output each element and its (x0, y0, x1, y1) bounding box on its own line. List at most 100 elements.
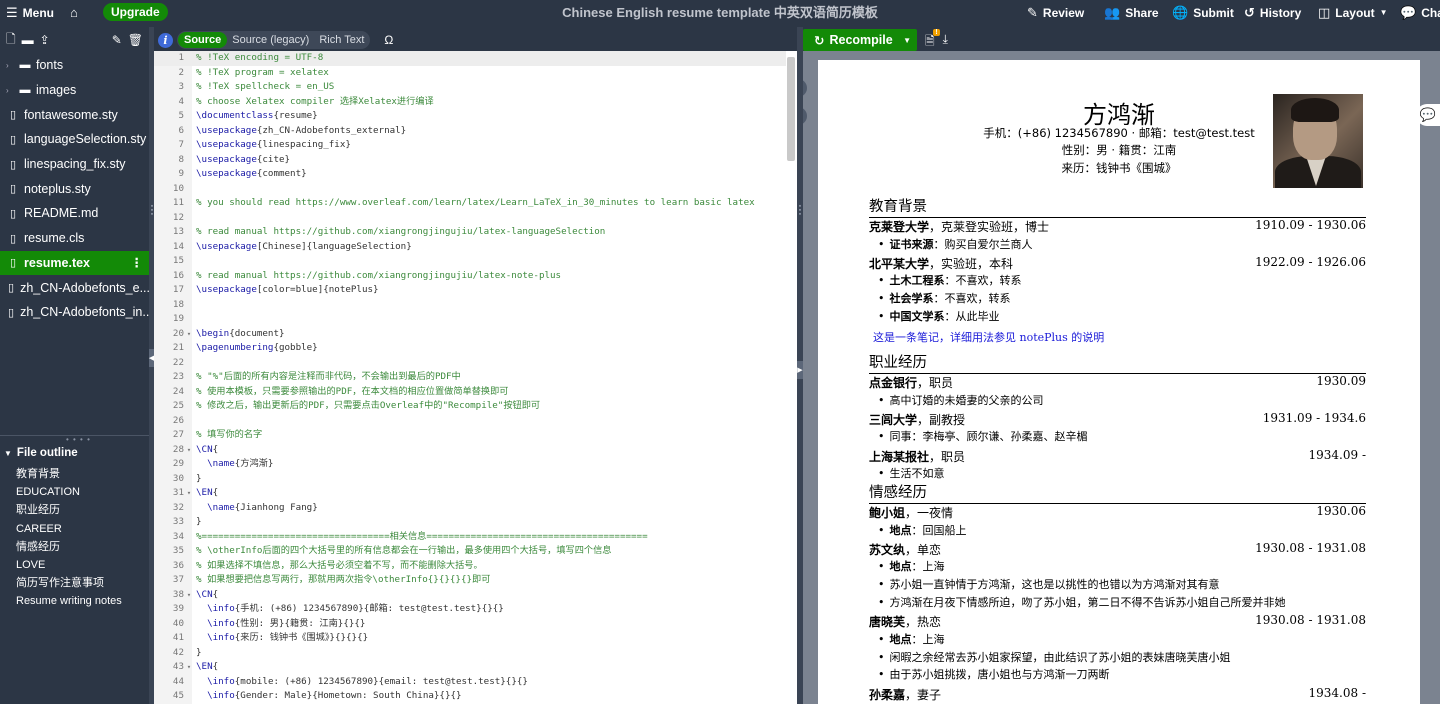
code-line[interactable]: 15 (154, 254, 786, 269)
code-line[interactable]: 35 % \otherInfo后面的四个大括号里的所有信息都会在一行输出，最多使用… (154, 544, 786, 559)
folder-item[interactable]: › ▬ images (0, 78, 149, 103)
code-line[interactable]: 3 % !TeX spellcheck = en_US (154, 80, 786, 95)
sync-to-pdf-icon[interactable]: ➜ (803, 79, 807, 97)
outline-item[interactable]: 教育背景 (0, 465, 149, 483)
code-line[interactable]: 34 %==================================相关信… (154, 530, 786, 545)
fold-toggle-icon[interactable]: ▾ (184, 327, 194, 342)
sync-to-code-icon[interactable]: ⬅ (803, 107, 807, 125)
outline-item[interactable]: CAREER (0, 520, 149, 538)
download-pdf-icon[interactable]: ⤓ (943, 32, 948, 53)
code-line[interactable]: 37 % 如果想要把信息写两行，那就用两次指令\otherInfo{}{}{}{}… (154, 573, 786, 588)
code-line[interactable]: 16 % read manual https://github.com/xiang… (154, 269, 786, 284)
recompile-button[interactable]: ↻ Recompile ▼ (803, 29, 917, 51)
rename-icon[interactable]: ✎ (112, 33, 122, 47)
code-line[interactable]: 29 \name{方鸿渐} (154, 457, 786, 472)
menu-button[interactable]: ☰ Menu (6, 0, 54, 25)
code-line[interactable]: 18 (154, 298, 786, 313)
submit-button[interactable]: 🌐 Submit (1172, 0, 1234, 25)
code-line[interactable]: 6 \usepackage{zh_CN-Adobefonts_external} (154, 124, 786, 139)
file-item[interactable]: ▯ zh_CN-Adobefonts_in... (0, 300, 149, 325)
mode-rich-text[interactable]: Rich Text (314, 32, 369, 48)
code-line[interactable]: 9 \usepackage{comment} (154, 167, 786, 182)
code-line[interactable]: 39 \info{手机: (+86) 1234567890}{邮箱: test@… (154, 602, 786, 617)
code-line[interactable]: 25 % 修改之后，输出更新后的PDF，只需要点击Overleaf中的"Recom… (154, 399, 786, 414)
outline-item[interactable]: EDUCATION (0, 483, 149, 501)
code-editor[interactable]: 1 % !TeX encoding = UTF-8 2 % !TeX program … (154, 51, 797, 704)
code-line[interactable]: 5 \documentclass{resume} (154, 109, 786, 124)
code-line[interactable]: 4 % choose Xelatex compiler 选择Xelatex进行编译 (154, 95, 786, 110)
file-item[interactable]: ▯ languageSelection.sty (0, 127, 149, 152)
code-line[interactable]: 44 \info{mobile: (+86) 1234567890}{email… (154, 675, 786, 690)
fold-toggle-icon[interactable]: ▾ (184, 588, 194, 603)
history-button[interactable]: ↺ History (1244, 0, 1301, 25)
layout-button[interactable]: ◫ Layout ▼ (1318, 0, 1388, 25)
pdf-viewer[interactable]: ➜ ⬅ 方鸿渐 手机：(+86) 1234567890 · 邮箱：test@te… (803, 51, 1440, 704)
code-line[interactable]: 36 % 如果选择不填信息，那么大括号必须空着不写，而不能删除大括号。 (154, 559, 786, 574)
code-line[interactable]: 26 (154, 414, 786, 429)
code-line[interactable]: 30} (154, 472, 786, 487)
file-item[interactable]: ▯ linespacing_fix.sty (0, 152, 149, 177)
file-menu-icon[interactable]: ⋮ (131, 255, 144, 270)
code-line[interactable]: 10 (154, 182, 786, 197)
fold-toggle-icon[interactable]: ▾ (184, 660, 194, 675)
code-line[interactable]: 38 ▾ \CN{ (154, 588, 786, 603)
logs-icon[interactable]: 🗎! (925, 29, 940, 53)
code-line[interactable]: 20 ▾ \begin{document} (154, 327, 786, 342)
code-line[interactable]: 28 ▾ \CN{ (154, 443, 786, 458)
fold-toggle-icon[interactable]: ▾ (184, 486, 194, 501)
code-line[interactable]: 27 % 填写你的名字 (154, 428, 786, 443)
review-button[interactable]: ✎ Review (1027, 0, 1084, 25)
fold-toggle-icon[interactable]: ▾ (184, 443, 194, 458)
upload-icon[interactable]: ⇪ (40, 33, 50, 47)
code-line[interactable]: 21 \pagenumbering{gobble} (154, 341, 786, 356)
code-line[interactable]: 7 \usepackage{linespacing_fix} (154, 138, 786, 153)
recompile-options-caret-icon[interactable]: ▼ (903, 36, 911, 45)
file-item[interactable]: ▯ fontawesome.sty (0, 102, 149, 127)
outline-item[interactable]: 职业经历 (0, 501, 149, 519)
code-line[interactable]: 17 \usepackage[color=blue]{notePlus} (154, 283, 786, 298)
outline-item[interactable]: 情感经历 (0, 538, 149, 556)
file-item[interactable]: ▯ resume.cls (0, 226, 149, 251)
chat-button[interactable]: 💬 Chat (1400, 0, 1440, 25)
outline-resize-handle[interactable]: • • • • (0, 435, 149, 444)
code-line[interactable]: 1 % !TeX encoding = UTF-8 (154, 51, 786, 66)
folder-item[interactable]: › ▬ fonts (0, 53, 149, 78)
new-folder-icon[interactable]: ▬ (22, 33, 34, 47)
code-line[interactable]: 43 ▾ \EN{ (154, 660, 786, 675)
outline-item[interactable]: Resume writing notes (0, 592, 149, 610)
code-line[interactable]: 41 \info{来历: 钱钟书《围城》}{}{}{} (154, 631, 786, 646)
code-line[interactable]: 11 % you should read https://www.overleaf… (154, 196, 786, 211)
file-item[interactable]: ▯ noteplus.sty (0, 176, 149, 201)
code-line[interactable]: 14 \usepackage[Chinese]{languageSelection… (154, 240, 786, 255)
file-item[interactable]: ▯ README.md (0, 201, 149, 226)
symbol-palette-icon[interactable]: Ω (384, 33, 393, 47)
outline-item[interactable]: LOVE (0, 556, 149, 574)
mode-source[interactable]: Source (178, 32, 228, 48)
feedback-chat-icon[interactable]: 💬 (1416, 104, 1440, 126)
code-line[interactable]: 24 % 使用本模板，只需要参照输出的PDF，在本文档的相应位置做简单替换即可 (154, 385, 786, 400)
file-item[interactable]: ▯ resume.tex ⋮ (0, 250, 149, 276)
file-item[interactable]: ▯ zh_CN-Adobefonts_e... (0, 275, 149, 300)
new-file-icon[interactable]: 🗋 (6, 30, 16, 51)
editor-scrollbar[interactable] (787, 57, 795, 161)
code-line[interactable]: 12 (154, 211, 786, 226)
code-line[interactable]: 22 (154, 356, 786, 371)
code-line[interactable]: 40 \info{性别: 男}{籍贯: 江南}{}{} (154, 617, 786, 632)
outline-item[interactable]: 简历写作注意事项 (0, 574, 149, 592)
code-line[interactable]: 31 ▾ \EN{ (154, 486, 786, 501)
upgrade-button[interactable]: Upgrade (103, 3, 168, 21)
mode-source-legacy[interactable]: Source (legacy) (227, 32, 314, 48)
info-icon[interactable]: i (158, 32, 173, 48)
code-line[interactable]: 42} (154, 646, 786, 661)
code-line[interactable]: 23 % "%"后面的所有内容是注释而非代码，不会输出到最后的PDF中 (154, 370, 786, 385)
home-button[interactable]: ⌂ (70, 0, 78, 25)
file-outline-header[interactable]: ▼ File outline (0, 443, 149, 463)
delete-icon[interactable]: 🗑 (128, 33, 143, 47)
share-button[interactable]: 👥 Share (1104, 0, 1159, 25)
code-line[interactable]: 19 (154, 312, 786, 327)
code-line[interactable]: 33} (154, 515, 786, 530)
code-line[interactable]: 13 % read manual https://github.com/xiang… (154, 225, 786, 240)
code-line[interactable]: 32 \name{Jianhong Fang} (154, 501, 786, 516)
code-line[interactable]: 8 \usepackage{cite} (154, 153, 786, 168)
code-line[interactable]: 45 \info{Gender: Male}{Hometown: South C… (154, 689, 786, 704)
